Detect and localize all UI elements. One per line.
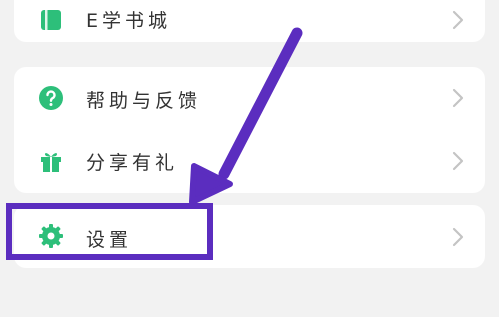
pointer-arrow-icon <box>189 27 303 205</box>
